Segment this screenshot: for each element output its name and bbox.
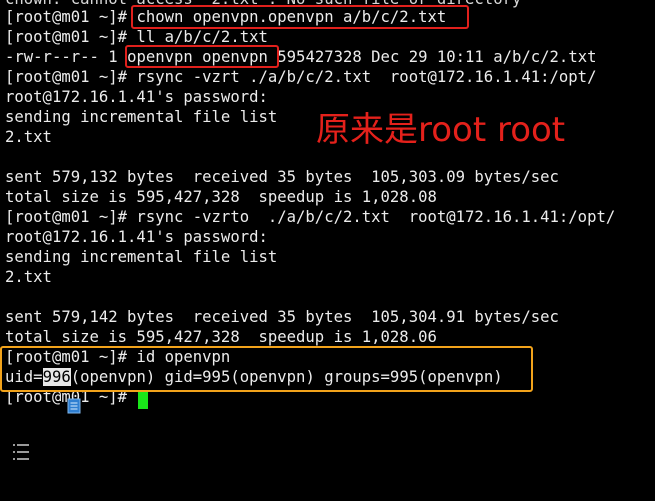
terminal-line-ll: [root@m01 ~]# ll a/b/c/2.txt <box>5 28 268 46</box>
terminal-window[interactable]: chown: cannot access '2.txt': No such fi… <box>0 0 655 501</box>
prompt: [root@m01 ~]# <box>5 8 137 26</box>
terminal-line-rsync-1: [root@m01 ~]# rsync -vzrt ./a/b/c/2.txt … <box>5 68 597 86</box>
terminal-line-sending-1: sending incremental file list <box>5 108 278 126</box>
id-output-highlight <box>0 346 533 392</box>
terminal-line-sent-2: sent 579,142 bytes received 35 bytes 105… <box>5 308 559 326</box>
document-icon[interactable] <box>67 398 81 414</box>
terminal-line-file-1: 2.txt <box>5 128 52 146</box>
terminal-line-total-2: total size is 595,427,328 speedup is 1,0… <box>5 328 437 346</box>
chown-command-highlight <box>131 5 469 29</box>
file-details: 595427328 Dec 29 10:11 a/b/c/2.txt <box>267 48 597 66</box>
terminal-line-sending-2: sending incremental file list <box>5 248 278 266</box>
terminal-cursor <box>138 390 148 409</box>
terminal-line-total-1: total size is 595,427,328 speedup is 1,0… <box>5 188 437 206</box>
terminal-line-sent-1: sent 579,132 bytes received 35 bytes 105… <box>5 168 559 186</box>
terminal-line-password-1: root@172.16.1.41's password: <box>5 88 268 106</box>
file-mode: -rw-r--r-- 1 <box>5 48 128 66</box>
terminal-line-file-2: 2.txt <box>5 268 52 286</box>
terminal-line-password-2: root@172.16.1.41's password: <box>5 228 268 246</box>
terminal-line-listing: -rw-r--r-- 1 openvpn openvpn 595427328 D… <box>5 47 596 67</box>
list-icon[interactable] <box>12 441 30 463</box>
terminal-line-rsync-2: [root@m01 ~]# rsync -vzrto ./a/b/c/2.txt… <box>5 208 616 226</box>
annotation-text: 原来是root root <box>316 110 566 150</box>
owner-group-highlight <box>125 45 279 68</box>
